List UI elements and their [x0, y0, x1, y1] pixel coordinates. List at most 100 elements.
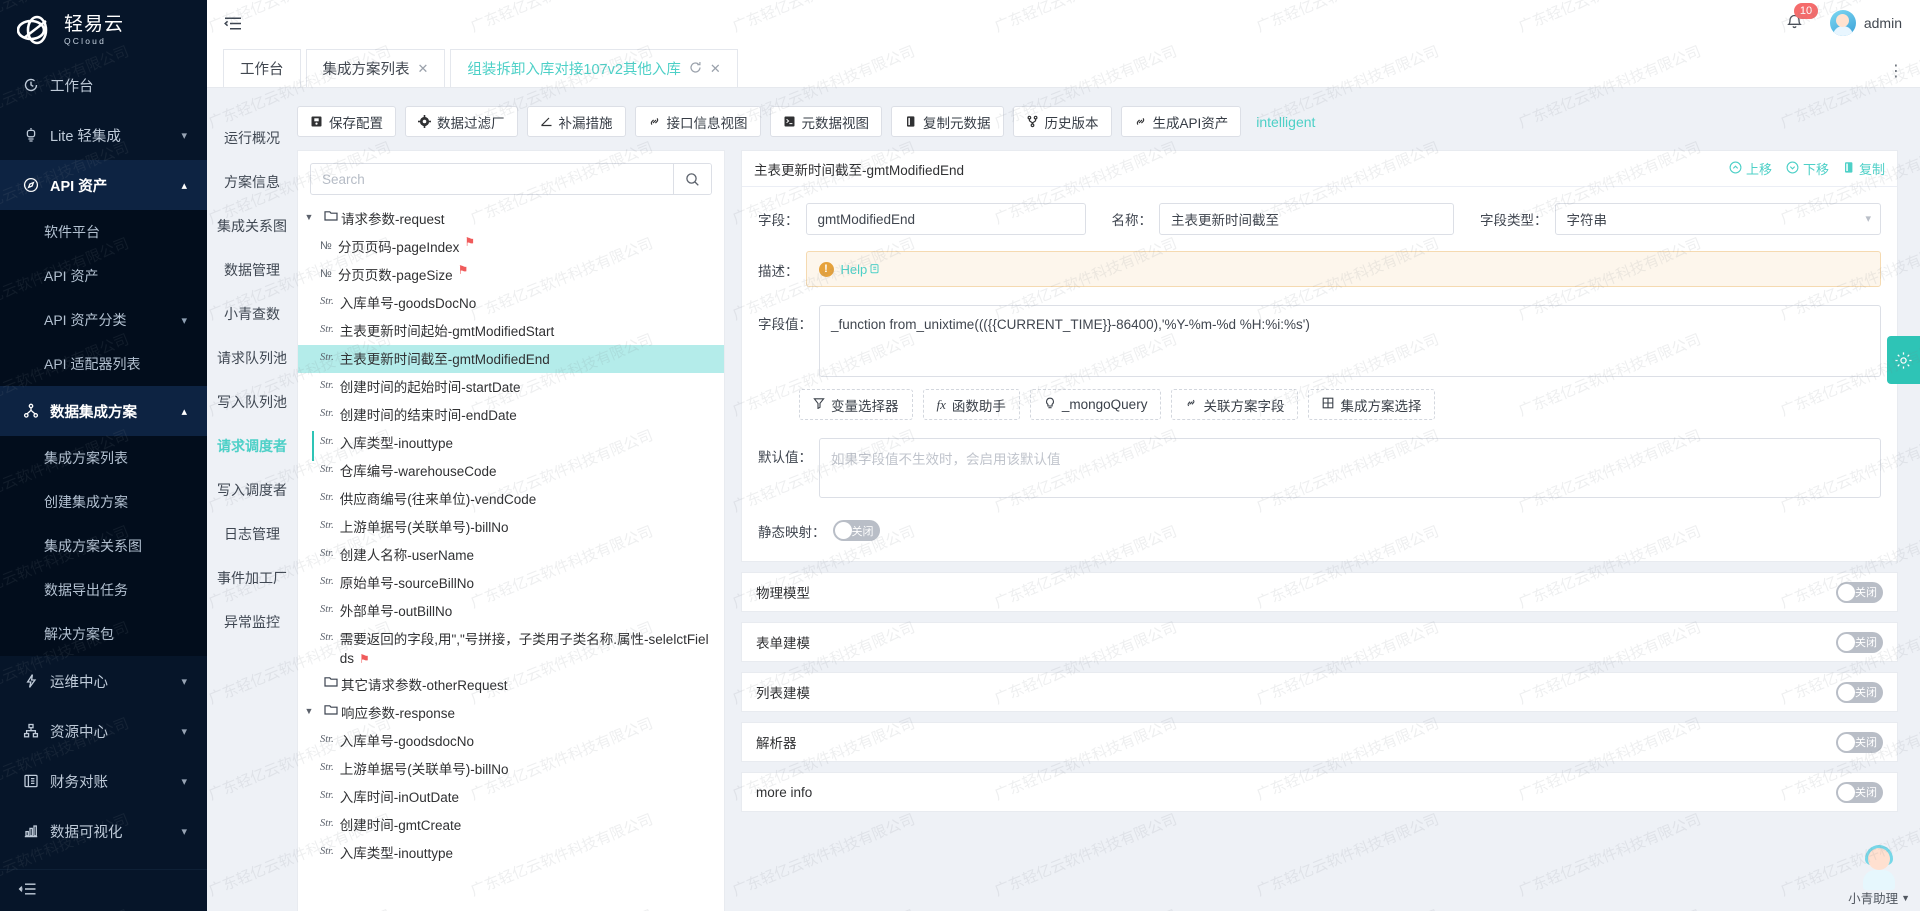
- tab-current-solution[interactable]: 组装拆卸入库对接107v2其他入库 ✕: [450, 49, 738, 87]
- tree-node-field[interactable]: № 分页页数-pageSize ⚑: [298, 261, 724, 289]
- copy-field-button[interactable]: 复制: [1843, 159, 1885, 178]
- subnav-item-write-queue[interactable]: 写入队列池: [207, 380, 297, 424]
- tab-overflow-menu[interactable]: ⋮: [1874, 64, 1920, 87]
- search-icon[interactable]: [673, 164, 711, 194]
- save-config-button[interactable]: 保存配置: [297, 106, 396, 137]
- tree-node-field[interactable]: Str. 主表更新时间起始-gmtModifiedStart: [298, 317, 724, 345]
- field-name-input[interactable]: [1159, 203, 1454, 235]
- tree-node-field[interactable]: Str. 原始单号-sourceBillNo: [298, 569, 724, 597]
- default-value-textarea[interactable]: [819, 438, 1881, 498]
- tree-node-field[interactable]: Str. 创建时间的结束时间-endDate: [298, 401, 724, 429]
- field-type-input[interactable]: [1554, 203, 1881, 235]
- close-icon[interactable]: ✕: [418, 61, 429, 77]
- field-type-select[interactable]: ▾: [1554, 203, 1881, 235]
- integration-solution-select-button[interactable]: 集成方案选择: [1308, 389, 1436, 420]
- hamburger-icon[interactable]: [223, 15, 243, 32]
- subnav-item-query[interactable]: 小青查数: [207, 292, 297, 336]
- tree-node-field[interactable]: Str. 仓库编号-warehouseCode: [298, 457, 724, 485]
- tree-node-folder[interactable]: ▼ 请求参数-request: [298, 205, 724, 233]
- sidebar-item-api-assets[interactable]: API 资产 ▴: [0, 160, 207, 210]
- sidebar-item-solution-diagram[interactable]: 集成方案关系图: [0, 524, 207, 568]
- subnav-item-exception-monitor[interactable]: 异常监控: [207, 600, 297, 644]
- subnav-item-request-scheduler[interactable]: 请求调度者: [207, 424, 314, 468]
- tree-node-field[interactable]: Str. 上游单据号(关联单号)-billNo: [298, 755, 724, 783]
- section-physical-model[interactable]: 物理模型 关闭: [741, 572, 1898, 612]
- subnav-item-request-queue[interactable]: 请求队列池: [207, 336, 297, 380]
- function-helper-button[interactable]: fx 函数助手: [922, 389, 1020, 420]
- generate-api-asset-button[interactable]: 生成API资产: [1120, 106, 1242, 137]
- mongo-query-button[interactable]: _mongoQuery: [1029, 389, 1162, 420]
- collapse-sidebar-icon[interactable]: [18, 881, 37, 900]
- sidebar-item-software-platform[interactable]: 软件平台: [0, 210, 207, 254]
- field-key-input[interactable]: [805, 203, 1086, 235]
- subnav-item-overview[interactable]: 运行概况: [207, 116, 297, 160]
- sidebar-item-api-asset[interactable]: API 资产: [0, 254, 207, 298]
- tree-node-field[interactable]: Str. 入库时间-inOutDate: [298, 783, 724, 811]
- chevron-down-icon[interactable]: ▼: [1901, 893, 1910, 903]
- tree-node-field[interactable]: Str. 创建人名称-userName: [298, 541, 724, 569]
- assistant-label-wrap[interactable]: 小青助理 ▼: [1848, 888, 1910, 907]
- subnav-item-log-management[interactable]: 日志管理: [207, 512, 297, 556]
- data-filter-button[interactable]: 数据过滤厂: [405, 106, 518, 137]
- tree-node-field[interactable]: Str. 外部单号-outBillNo: [298, 597, 724, 625]
- sidebar-item-export-task[interactable]: 数据导出任务: [0, 568, 207, 612]
- move-down-button[interactable]: 下移: [1786, 159, 1829, 178]
- section-form-modeling[interactable]: 表单建模 关闭: [741, 622, 1898, 662]
- variable-selector-button[interactable]: 变量选择器: [799, 389, 913, 420]
- subnav-item-relation-diagram[interactable]: 集成关系图: [207, 204, 297, 248]
- tab-solution-list[interactable]: 集成方案列表 ✕: [305, 49, 446, 87]
- help-link[interactable]: Help: [841, 262, 881, 277]
- sidebar-collapse-bar[interactable]: [0, 869, 207, 911]
- patch-measure-button[interactable]: 补漏措施: [526, 106, 626, 137]
- tree-node-folder[interactable]: 其它请求参数-otherRequest: [298, 671, 724, 699]
- related-solution-field-button[interactable]: 关联方案字段: [1171, 389, 1299, 420]
- sidebar-item-api-adapter-list[interactable]: API 适配器列表: [0, 342, 207, 386]
- brand-logo[interactable]: 轻易云 QCloud: [0, 0, 207, 60]
- section-toggle[interactable]: 关闭: [1836, 581, 1883, 603]
- tree-node-field[interactable]: Str. 入库单号-goodsDocNo: [298, 289, 724, 317]
- search-input[interactable]: [311, 164, 673, 194]
- section-toggle[interactable]: 关闭: [1836, 681, 1883, 703]
- sidebar-item-workbench[interactable]: 工作台: [0, 60, 207, 110]
- avatar[interactable]: [1829, 10, 1856, 36]
- sidebar-item-create-solution[interactable]: 创建集成方案: [0, 480, 207, 524]
- sidebar-item-data-integration[interactable]: 数据集成方案 ▴: [0, 386, 207, 436]
- tree-node-field[interactable]: Str. 上游单据号(关联单号)-billNo: [298, 513, 724, 541]
- interface-info-view-button[interactable]: 接口信息视图: [634, 106, 761, 137]
- move-up-button[interactable]: 上移: [1729, 159, 1772, 178]
- sidebar-item-solution-package[interactable]: 解决方案包: [0, 612, 207, 656]
- subnav-item-write-scheduler[interactable]: 写入调度者: [207, 468, 297, 512]
- history-version-button[interactable]: 历史版本: [1012, 106, 1112, 137]
- section-more-info[interactable]: more info 关闭: [741, 772, 1898, 812]
- tree-node-field[interactable]: Str. 入库单号-goodsdocNo: [298, 727, 724, 755]
- section-parser[interactable]: 解析器 关闭: [741, 722, 1898, 762]
- sidebar-item-lite[interactable]: Lite 轻集成 ▾: [0, 110, 207, 160]
- chevron-down-icon[interactable]: ▼: [298, 701, 320, 716]
- chevron-down-icon[interactable]: ▼: [298, 207, 320, 222]
- sidebar-item-visualization[interactable]: 数据可视化 ▾: [0, 806, 207, 856]
- sidebar-item-finance[interactable]: 财务对账 ▾: [0, 756, 207, 806]
- copy-metadata-button[interactable]: 复制元数据: [891, 106, 1004, 137]
- tree-node-field[interactable]: Str. 供应商编号(往来单位)-vendCode: [298, 485, 724, 513]
- section-toggle[interactable]: 关闭: [1836, 631, 1883, 653]
- sidebar-nav[interactable]: 工作台 Lite 轻集成 ▾ API 资产 ▴ 软件平台 API 资产 API …: [0, 60, 207, 869]
- tree-node-field[interactable]: Str. 入库类型-inouttype: [298, 429, 724, 457]
- field-value-textarea[interactable]: [819, 305, 1881, 377]
- section-list-modeling[interactable]: 列表建模 关闭: [741, 672, 1898, 712]
- tree-node-field[interactable]: № 分页页码-pageIndex ⚑: [298, 233, 724, 261]
- sidebar-item-resource-center[interactable]: 资源中心 ▾: [0, 706, 207, 756]
- subnav-item-data-management[interactable]: 数据管理: [207, 248, 297, 292]
- sidebar-item-api-asset-category[interactable]: API 资产分类 ▾: [0, 298, 207, 342]
- subnav-item-event-factory[interactable]: 事件加工厂: [207, 556, 297, 600]
- refresh-icon[interactable]: [689, 61, 702, 77]
- assistant-widget[interactable]: 小青助理 ▼: [1848, 845, 1910, 907]
- bell-icon[interactable]: [1785, 14, 1804, 34]
- tree-node-field[interactable]: Str. 创建时间的起始时间-startDate: [298, 373, 724, 401]
- tree-node-field-selected[interactable]: Str. 主表更新时间截至-gmtModifiedEnd: [298, 345, 724, 373]
- sidebar-item-solution-list[interactable]: 集成方案列表: [0, 436, 207, 480]
- settings-gear-icon[interactable]: [1887, 336, 1920, 384]
- subnav-item-solution-info[interactable]: 方案信息: [207, 160, 297, 204]
- close-icon[interactable]: ✕: [710, 61, 721, 77]
- tree-node-field[interactable]: Str. 创建时间-gmtCreate: [298, 811, 724, 839]
- tree-node-field[interactable]: Str. 入库类型-inouttype: [298, 839, 724, 867]
